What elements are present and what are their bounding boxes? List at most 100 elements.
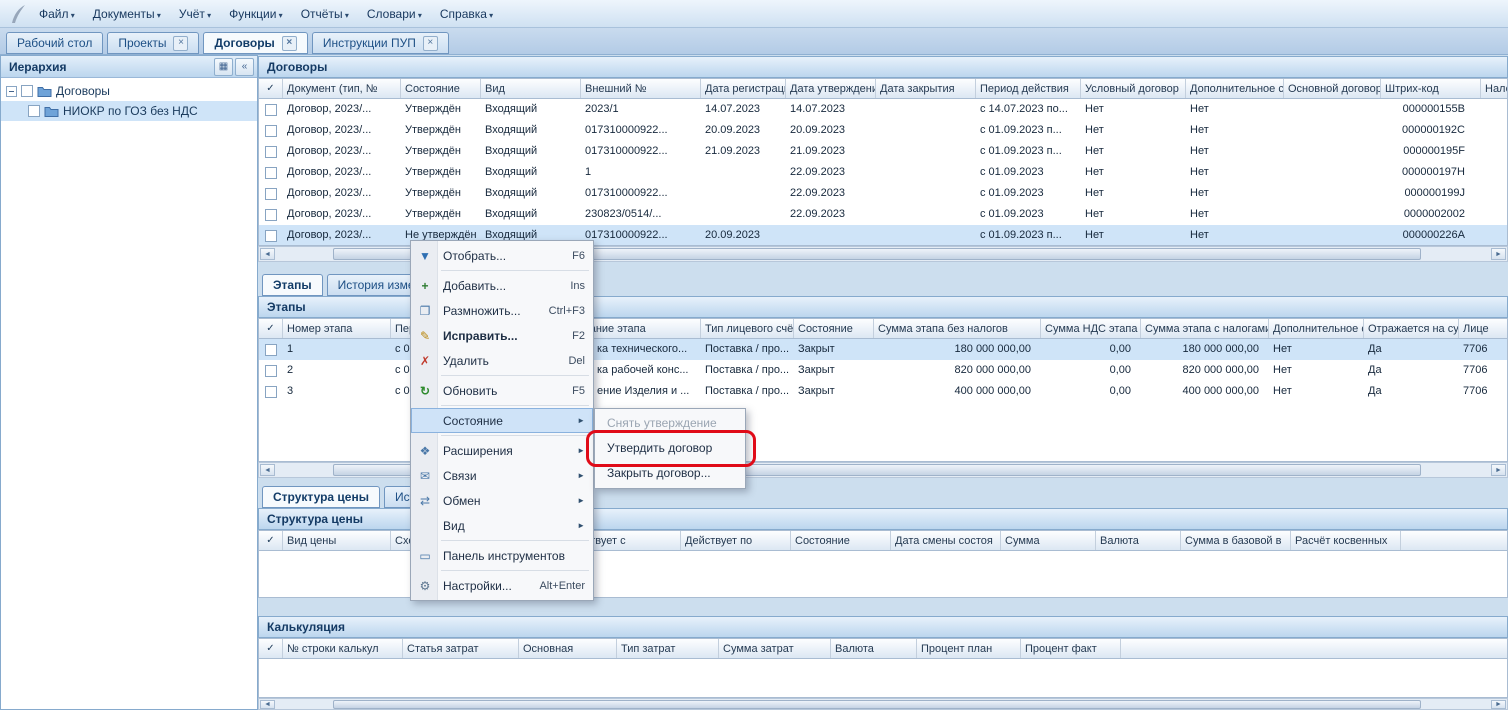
scroll-right-icon[interactable] [1491,700,1506,709]
row-checkbox[interactable] [265,146,277,158]
column-header[interactable]: Валюта [831,639,917,658]
menu-functions[interactable]: Функции [220,7,292,21]
scroll-right-icon[interactable] [1491,464,1506,476]
column-header[interactable]: Состояние [401,79,481,98]
check-column-header[interactable]: ✓ [259,639,283,658]
tab-desktop[interactable]: Рабочий стол [6,32,103,54]
menu-item-toolbar[interactable]: Панель инструментов [411,543,593,568]
menu-item-links[interactable]: Связи [411,463,593,488]
column-header[interactable]: Внешний № [581,79,701,98]
row-checkbox[interactable] [265,230,277,242]
menu-help[interactable]: Справка [431,7,502,21]
menu-item-add[interactable]: Добавить... Ins [411,273,593,298]
check-column-header[interactable]: ✓ [259,319,283,338]
menu-item-delete[interactable]: Удалить Del [411,348,593,373]
scroll-right-icon[interactable] [1491,248,1506,260]
column-header[interactable]: Сумма этапа с налогами [1141,319,1269,338]
column-header[interactable]: № строки калькул [283,639,403,658]
column-header[interactable]: Сумма затрат [719,639,831,658]
grid-view-button[interactable]: ▦ [214,58,233,76]
column-header[interactable]: Дополнительное с [1186,79,1284,98]
tab-contracts[interactable]: Договоры× [203,32,307,54]
tree-item-contracts[interactable]: Договоры [1,81,257,101]
scroll-left-icon[interactable] [260,464,275,476]
column-header[interactable]: Дата закрытия [876,79,976,98]
column-header[interactable]: Сумма [1001,531,1096,550]
column-header[interactable]: Штрих-код [1381,79,1481,98]
menu-reports[interactable]: Отчёты [292,7,358,21]
scroll-thumb[interactable] [333,700,1421,709]
column-header[interactable]: Дата смены состоя [891,531,1001,550]
row-checkbox[interactable] [265,344,277,356]
tree-expand-icon[interactable] [6,86,17,97]
tree-item-niokr[interactable]: НИОКР по ГОЗ без НДС [1,101,257,121]
menu-accounting[interactable]: Учёт [170,7,220,21]
column-header[interactable]: Период действия [976,79,1081,98]
menu-item-settings[interactable]: Настройки... Alt+Enter [411,573,593,598]
column-header[interactable]: Нало [1481,79,1507,98]
row-checkbox[interactable] [265,104,277,116]
menu-documents[interactable]: Документы [84,7,170,21]
column-header[interactable]: Действует по [681,531,791,550]
column-header[interactable]: Основная [519,639,617,658]
column-header[interactable]: Условный договор [1081,79,1186,98]
column-header[interactable]: Дата регистрации [701,79,786,98]
menu-item-edit[interactable]: Исправить... F2 [411,323,593,348]
menu-item-duplicate[interactable]: Размножить... Ctrl+F3 [411,298,593,323]
column-header[interactable]: Лице [1459,319,1507,338]
close-icon[interactable]: × [173,36,188,51]
column-header[interactable]: Вид [481,79,581,98]
column-header[interactable]: Номер этапа [283,319,391,338]
column-header[interactable]: Статья затрат [403,639,519,658]
tab-projects[interactable]: Проекты× [107,32,199,54]
column-header[interactable]: Состояние [791,531,891,550]
scroll-left-icon[interactable] [260,248,275,260]
column-header[interactable]: Тип затрат [617,639,719,658]
table-row[interactable]: Договор, 2023/...УтверждёнВходящий017310… [259,183,1507,204]
check-column-header[interactable]: ✓ [259,79,283,98]
table-row[interactable]: Договор, 2023/...УтверждёнВходящий017310… [259,141,1507,162]
column-header[interactable]: Процент факт [1021,639,1121,658]
column-header[interactable]: Сумма НДС этапа [1041,319,1141,338]
column-header[interactable]: Процент план [917,639,1021,658]
table-row[interactable]: Договор, 2023/...УтверждёнВходящий017310… [259,120,1507,141]
row-checkbox[interactable] [265,209,277,221]
menu-item-view[interactable]: Вид [411,513,593,538]
scroll-left-icon[interactable] [260,700,275,709]
table-row[interactable]: Договор, 2023/...УтверждёнВходящий2023/1… [259,99,1507,120]
menu-file[interactable]: Файл [30,7,84,21]
column-header[interactable]: Отражается на су [1364,319,1459,338]
column-header[interactable]: Вид цены [283,531,391,550]
column-header[interactable]: Документ (тип, № [283,79,401,98]
menu-dictionaries[interactable]: Словари [358,7,431,21]
submenu-item-close-contract[interactable]: Закрыть договор... [595,461,745,486]
menu-item-select[interactable]: Отобрать... F6 [411,243,593,268]
column-header[interactable]: Состояние [794,319,874,338]
column-header[interactable]: Основной договор [1284,79,1381,98]
row-checkbox[interactable] [265,386,277,398]
column-header[interactable]: Сумма этапа без налогов [874,319,1041,338]
tab-instructions[interactable]: Инструкции ПУП× [312,32,449,54]
check-column-header[interactable]: ✓ [259,531,283,550]
row-checkbox[interactable] [265,365,277,377]
row-checkbox[interactable] [265,167,277,179]
column-header[interactable]: Дополнительное с [1269,319,1364,338]
row-checkbox[interactable] [265,188,277,200]
menu-item-state[interactable]: Состояние [411,408,593,433]
column-header[interactable]: Сумма в базовой в [1181,531,1291,550]
tab-stages[interactable]: Этапы [262,274,323,296]
table-row[interactable]: Договор, 2023/...УтверждёнВходящий122.09… [259,162,1507,183]
close-icon[interactable]: × [282,36,297,51]
column-header[interactable]: Дата утверждения [786,79,876,98]
menu-item-refresh[interactable]: Обновить F5 [411,378,593,403]
row-checkbox[interactable] [265,125,277,137]
table-row[interactable]: Договор, 2023/...УтверждёнВходящий230823… [259,204,1507,225]
tree-checkbox[interactable] [28,105,40,117]
column-header[interactable]: Тип лицевого счёт [701,319,794,338]
column-header[interactable]: Валюта [1096,531,1181,550]
submenu-item-approve-contract[interactable]: Утвердить договор [595,436,745,461]
menu-item-exchange[interactable]: Обмен [411,488,593,513]
tab-price-structure[interactable]: Структура цены [262,486,380,508]
column-header[interactable]: Расчёт косвенных [1291,531,1401,550]
close-icon[interactable]: × [423,36,438,51]
